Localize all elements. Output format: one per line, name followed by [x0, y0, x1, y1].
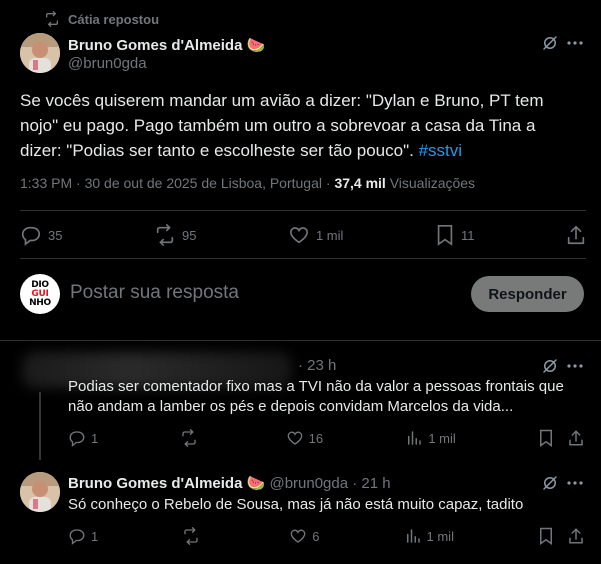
more-options-icon[interactable] [567, 363, 583, 369]
comment-text: Só conheço o Rebelo de Sousa, mas já não… [68, 496, 524, 513]
views-count: 1 mil [428, 430, 456, 446]
share-button[interactable] [566, 224, 586, 246]
repost-count: 95 [181, 227, 197, 243]
author-name-text[interactable]: Bruno Gomes d'Almeida [68, 475, 242, 492]
reply-icon [20, 224, 42, 246]
like-count: 16 [308, 430, 324, 446]
logo-text-bot: NHO [29, 297, 51, 308]
tweet-text: Se vocês quiserem mandar um avião a dize… [20, 88, 580, 163]
bookmark-icon[interactable] [538, 429, 554, 447]
comment-text: Podias ser comentador fixo mas a TVI não… [68, 378, 564, 415]
tweet-body: Se vocês quiserem mandar um avião a dize… [20, 91, 544, 160]
repost-label: Cátia repostou [68, 11, 160, 27]
like-button[interactable]: 6 [289, 527, 320, 545]
timestamp[interactable]: 1:33 PM · 30 de out de 2025 de Lisboa, P… [20, 175, 331, 191]
repost-header[interactable]: Cátia repostou [44, 10, 159, 28]
comment-time[interactable]: · 23 h [298, 357, 336, 374]
like-count: 1 mil [315, 227, 344, 243]
author-name[interactable]: Bruno Gomes d'Almeida 🍉 @brun0gda · 21 h [68, 474, 391, 492]
author-name[interactable]: Bruno Gomes d'Almeida 🍉 [68, 36, 265, 54]
author-handle[interactable]: @brun0gda [68, 55, 147, 72]
bookmark-button[interactable]: 11 [435, 224, 475, 246]
watermelon-emoji: 🍉 [246, 37, 266, 54]
repost-button[interactable] [180, 429, 203, 447]
reply-count: 1 [91, 528, 99, 544]
user-avatar[interactable]: DIO GUI NHO [20, 274, 60, 314]
more-options-icon[interactable] [567, 480, 583, 486]
divider [0, 340, 601, 341]
repost-icon [154, 224, 176, 246]
grok-icon[interactable] [541, 34, 559, 52]
comment-tools [538, 527, 584, 545]
reply-submit-button[interactable]: Responder [471, 276, 584, 312]
tweet-actions: 35 95 1 mil 11 [20, 222, 586, 248]
author-name-text[interactable]: Bruno Gomes d'Almeida [68, 37, 242, 54]
reply-button[interactable]: 1 [68, 429, 98, 447]
avatar[interactable] [20, 33, 60, 73]
reply-count: 35 [48, 227, 63, 243]
more-options-icon[interactable] [567, 40, 583, 46]
repost-button[interactable] [182, 527, 205, 545]
divider [20, 258, 586, 259]
divider [20, 210, 586, 211]
comment-actions: 1 16 1 mil [68, 429, 584, 447]
repost-button[interactable]: 95 [154, 224, 196, 246]
views-chart-icon [404, 527, 422, 545]
avatar[interactable] [20, 472, 60, 512]
reply-input[interactable]: Postar sua resposta [70, 282, 239, 304]
avatar-logo: DIO GUI NHO [29, 280, 51, 308]
repost-icon [180, 429, 198, 447]
heart-icon [289, 527, 307, 545]
grok-icon[interactable] [541, 474, 559, 492]
views-button[interactable]: 1 mil [404, 527, 454, 545]
bookmark-count: 11 [460, 227, 475, 243]
bookmark-icon[interactable] [538, 527, 554, 545]
watermelon-emoji: 🍉 [246, 475, 266, 492]
repost-icon [182, 527, 200, 545]
heart-icon [288, 224, 310, 246]
handle-time[interactable]: @brun0gda · 21 h [269, 475, 390, 492]
comment-tools [538, 429, 584, 447]
views-chart-icon [405, 429, 423, 447]
views-button[interactable]: 1 mil [405, 429, 456, 447]
share-icon[interactable] [568, 527, 584, 545]
repost-icon [44, 11, 60, 27]
grok-icon[interactable] [541, 357, 559, 375]
reply-button[interactable]: 35 [20, 224, 62, 246]
like-button[interactable]: 16 [286, 429, 323, 447]
thread-line [39, 392, 41, 460]
hashtag-link[interactable]: #sstvi [419, 141, 462, 160]
share-icon [566, 224, 586, 246]
reply-icon [68, 429, 86, 447]
bookmark-icon [435, 224, 455, 246]
reply-count: 1 [91, 430, 99, 446]
views-count: 1 mil [426, 528, 454, 544]
reply-button[interactable]: 1 [68, 527, 98, 545]
views-count: 37,4 mil [334, 175, 386, 191]
views-label: Visualizações [389, 175, 476, 191]
heart-icon [286, 429, 304, 447]
like-count: 6 [312, 528, 320, 544]
like-button[interactable]: 1 mil [288, 224, 343, 246]
reply-icon [68, 527, 86, 545]
share-icon[interactable] [568, 429, 584, 447]
tweet-meta: 1:33 PM · 30 de out de 2025 de Lisboa, P… [20, 175, 475, 191]
comment-actions: 1 6 1 mil [68, 527, 584, 545]
